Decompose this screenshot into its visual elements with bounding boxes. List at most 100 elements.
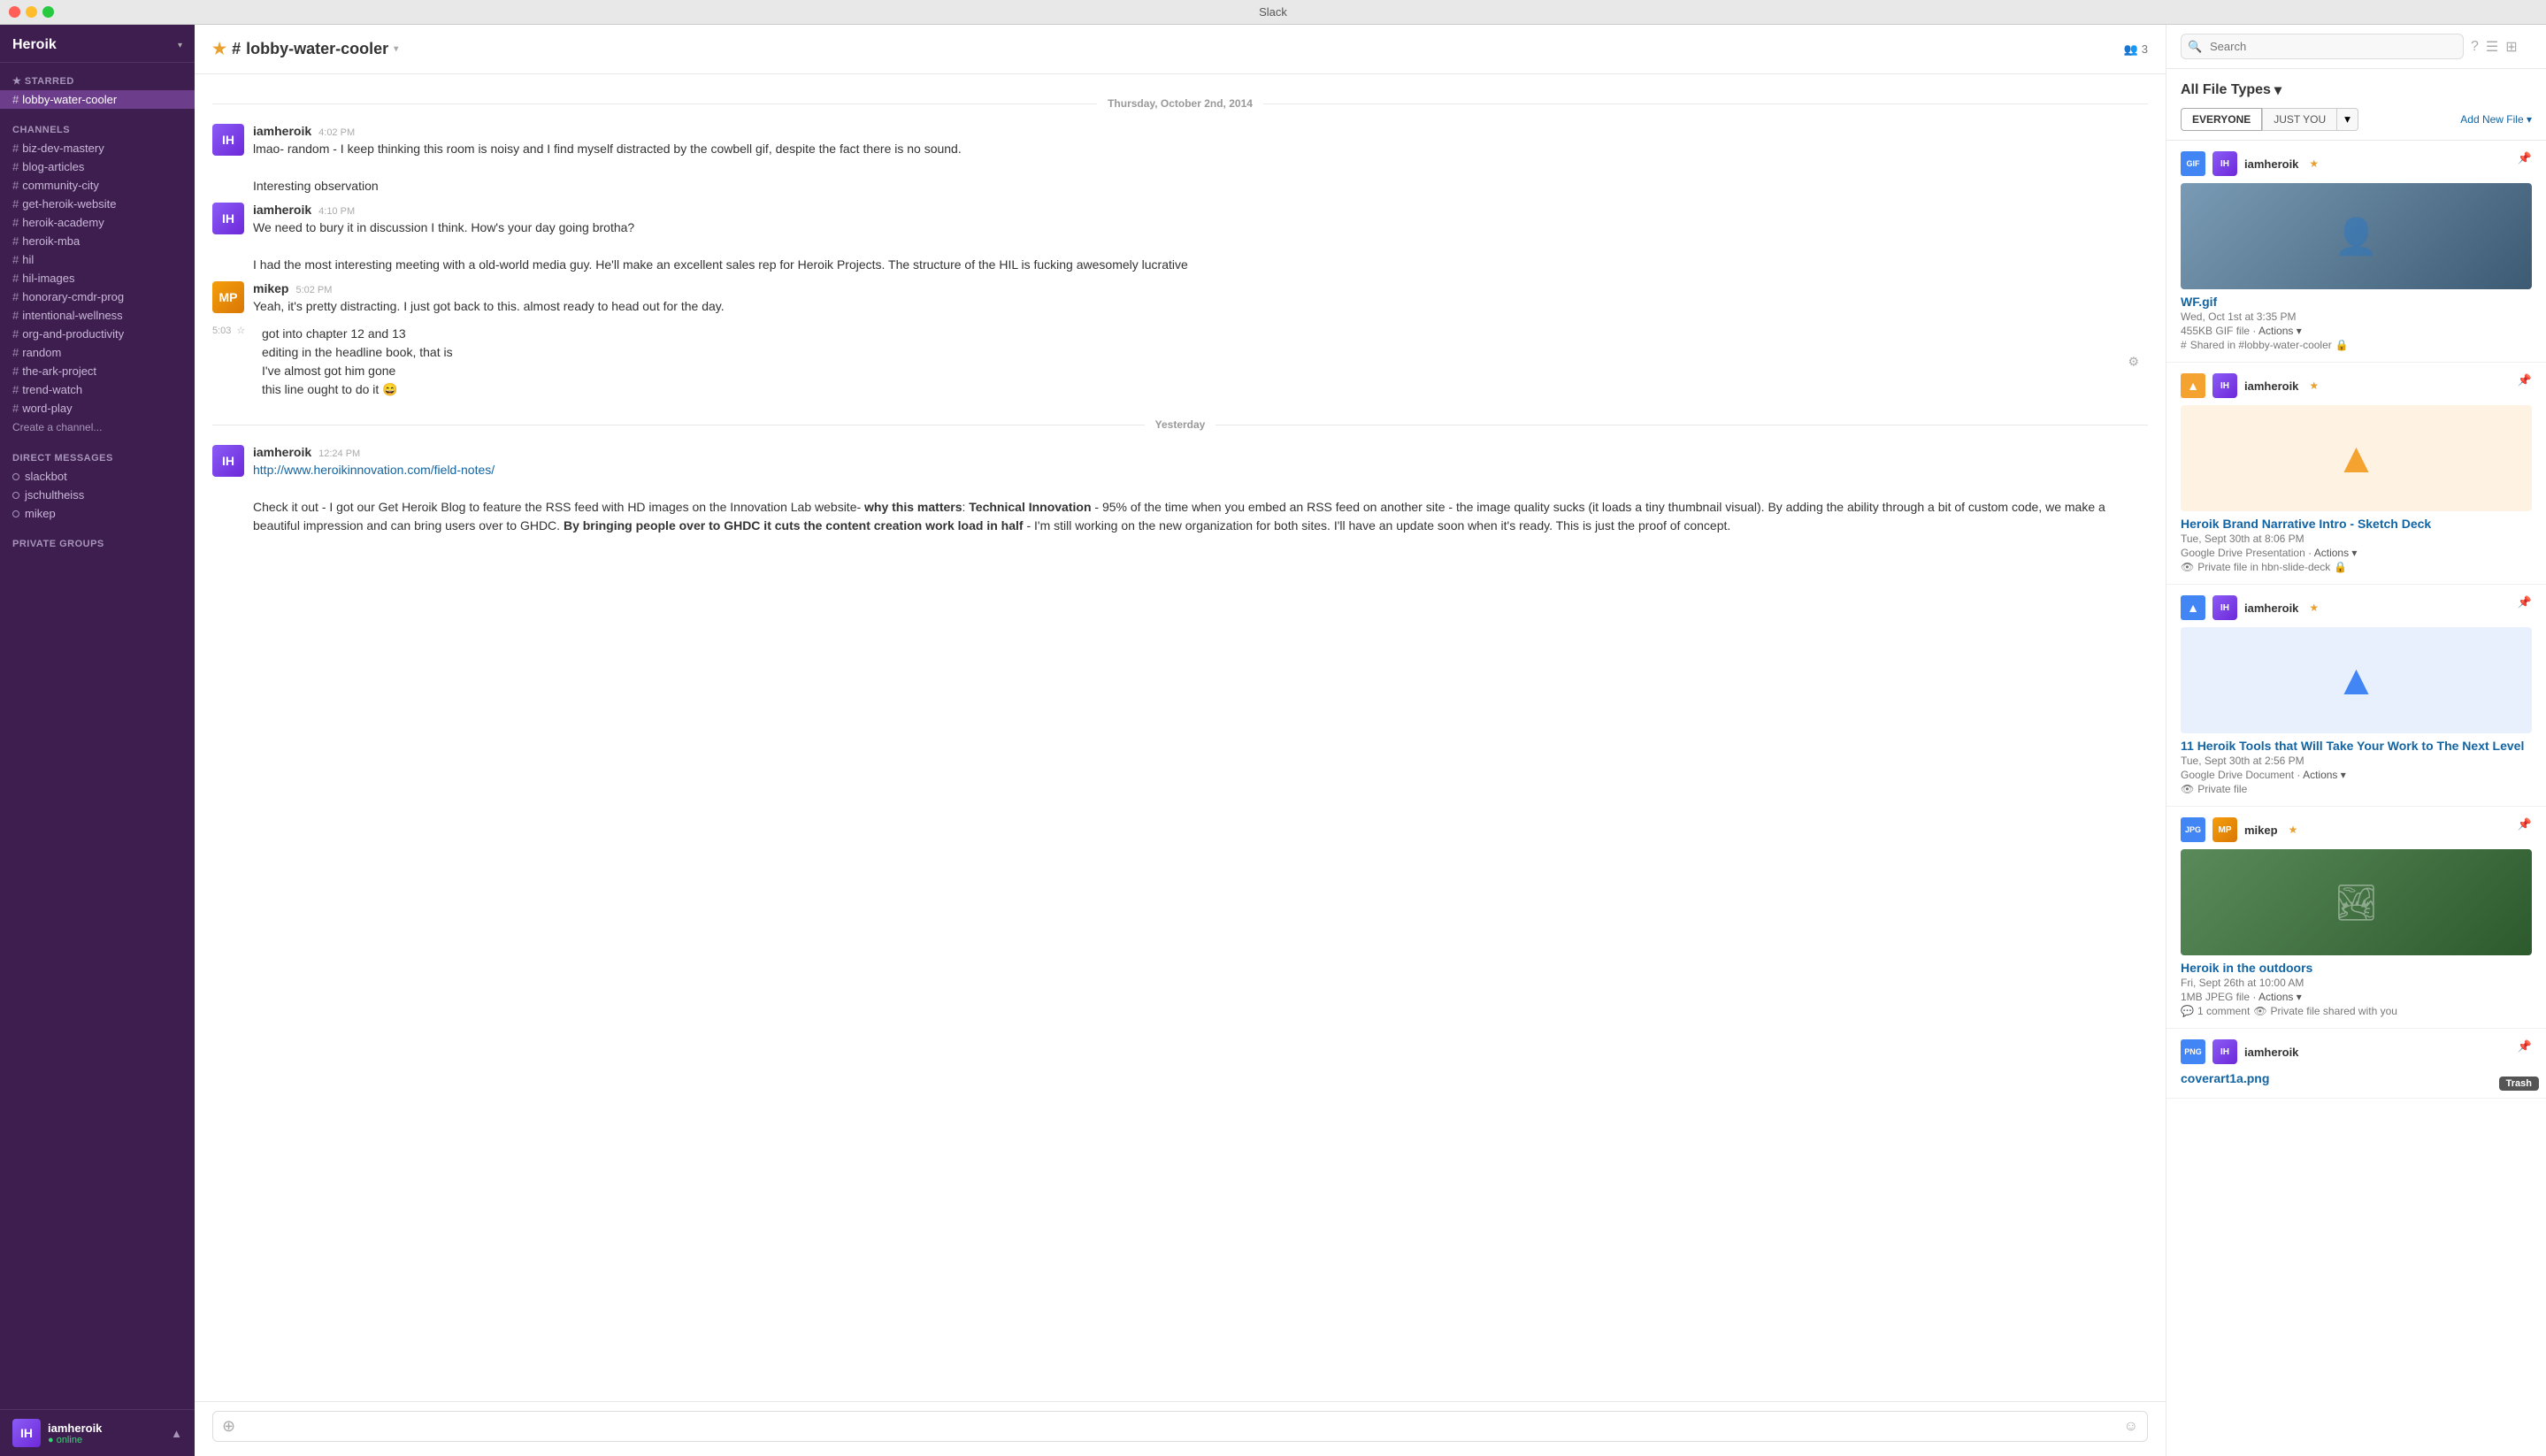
current-user[interactable]: IH iamheroik ● online — [12, 1419, 102, 1447]
avatar: MP — [2212, 817, 2237, 842]
dm-label: slackbot — [25, 470, 67, 483]
file-type-doc-icon: ▲ — [2181, 595, 2205, 620]
actions-link[interactable]: Actions ▾ — [2303, 769, 2346, 781]
channel-name-text: lobby-water-cooler — [246, 40, 388, 58]
attach-icon[interactable]: ⊕ — [222, 1417, 235, 1436]
help-icon[interactable]: ? — [2471, 39, 2479, 55]
search-input[interactable] — [2181, 34, 2464, 59]
sidebar-item-biz-dev-mastery[interactable]: #biz-dev-mastery — [0, 139, 195, 157]
file-item-header: GIF IH iamheroik ★ — [2181, 151, 2532, 176]
sidebar-item-hil-images[interactable]: #hil-images — [0, 269, 195, 287]
file-date: Tue, Sept 30th at 8:06 PM — [2181, 533, 2532, 545]
pin-icon[interactable]: 📌 — [2518, 1039, 2532, 1054]
pin-icon[interactable]: 📌 — [2518, 373, 2532, 387]
sidebar-item-get-heroik-website[interactable]: #get-heroik-website — [0, 195, 195, 213]
sidebar-item-community-city[interactable]: #community-city — [0, 176, 195, 195]
filter-everyone-button[interactable]: EVERYONE — [2181, 108, 2262, 131]
file-type-label: All File Types — [2181, 82, 2271, 98]
star-icon[interactable]: ☆ — [236, 325, 245, 336]
sidebar-item-label: random — [22, 346, 61, 359]
pin-icon[interactable]: 📌 — [2518, 817, 2532, 831]
channels-section-title: CHANNELS — [0, 121, 195, 139]
hashtag-icon: # — [2181, 339, 2187, 351]
messages-area[interactable]: Thursday, October 2nd, 2014 IH iamheroik… — [195, 74, 2166, 1401]
file-star-icon[interactable]: ★ — [2289, 824, 2298, 836]
trash-badge[interactable]: Trash — [2499, 1077, 2539, 1091]
message-link[interactable]: http://www.heroikinnovation.com/field-no… — [253, 463, 495, 477]
message-input-area: ⊕ ☺ — [195, 1401, 2166, 1456]
sidebar-item-hil[interactable]: #hil — [0, 250, 195, 269]
file-shared: # Shared in #lobby-water-cooler 🔒 — [2181, 339, 2532, 351]
file-thumbnail: 👤 — [2181, 183, 2532, 289]
sidebar-item-the-ark-project[interactable]: #the-ark-project — [0, 362, 195, 380]
grid-icon[interactable]: ⊞ — [2505, 38, 2517, 56]
sidebar-item-mikep[interactable]: mikep — [0, 504, 195, 523]
sidebar-item-intentional-wellness[interactable]: #intentional-wellness — [0, 306, 195, 325]
sidebar-item-random[interactable]: #random — [0, 343, 195, 362]
filter-dropdown-button[interactable]: ▾ — [2337, 108, 2358, 131]
sidebar-item-org-and-productivity[interactable]: #org-and-productivity — [0, 325, 195, 343]
gear-icon[interactable]: ⚙ — [2128, 355, 2139, 370]
search-area: 🔍 ? ☰ ⊞ — [2166, 25, 2546, 69]
sidebar-item-trend-watch[interactable]: #trend-watch — [0, 380, 195, 399]
close-button[interactable] — [9, 6, 20, 18]
sidebar-item-label: hil — [22, 253, 34, 266]
sidebar-item-heroik-academy[interactable]: #heroik-academy — [0, 213, 195, 232]
username: iamheroik — [48, 1422, 102, 1435]
create-channel-link[interactable]: Create a channel... — [0, 418, 195, 437]
window-title: Slack — [1259, 5, 1287, 19]
workspace-name[interactable]: Heroik — [12, 37, 57, 53]
actions-link[interactable]: Actions ▾ — [2258, 991, 2302, 1003]
sidebar-item-word-play[interactable]: #word-play — [0, 399, 195, 418]
workspace-chevron[interactable]: ▾ — [178, 41, 182, 50]
sidebar-item-slackbot[interactable]: slackbot — [0, 467, 195, 486]
sidebar-item-honorary-cmdr-prog[interactable]: #honorary-cmdr-prog — [0, 287, 195, 306]
minimize-button[interactable] — [26, 6, 37, 18]
file-star-icon[interactable]: ★ — [2309, 379, 2319, 392]
file-name[interactable]: Heroik Brand Narrative Intro - Sketch De… — [2181, 517, 2532, 531]
file-name[interactable]: 11 Heroik Tools that Will Take Your Work… — [2181, 739, 2532, 753]
file-star-icon[interactable]: ★ — [2309, 157, 2319, 170]
file-actions: Google Drive Document · Actions ▾ — [2181, 769, 2532, 781]
message-input[interactable] — [242, 1420, 2117, 1434]
lock-icon: 🔒 — [2334, 561, 2347, 573]
eye-icon: 👁 — [2181, 561, 2194, 573]
emoji-icon[interactable]: ☺ — [2124, 1419, 2138, 1435]
star-icon: ★ — [12, 76, 21, 87]
window-controls[interactable] — [9, 6, 54, 18]
sidebar-item-blog-articles[interactable]: #blog-articles — [0, 157, 195, 176]
collapse-icon[interactable]: ▲ — [171, 1427, 182, 1440]
file-thumbnail: 🏞 — [2181, 849, 2532, 955]
files-list: GIF IH iamheroik ★ 👤 WF.gif Wed, Oct 1st… — [2166, 141, 2546, 1456]
list-icon[interactable]: ☰ — [2486, 38, 2498, 56]
message-group: MP mikep 5:02 PM Yeah, it's pretty distr… — [212, 281, 2148, 316]
filter-justyou-button[interactable]: JUST YOU — [2262, 108, 2337, 131]
sidebar-item-label: biz-dev-mastery — [22, 142, 104, 155]
sidebar-item-heroik-mba[interactable]: #heroik-mba — [0, 232, 195, 250]
message-text: got into chapter 12 and 13 editing in th… — [262, 325, 2148, 399]
actions-link[interactable]: Actions ▾ — [2314, 547, 2358, 559]
file-name[interactable]: Heroik in the outdoors — [2181, 961, 2532, 975]
right-panel-header: All File Types ▾ EVERYONE JUST YOU ▾ Add… — [2166, 69, 2546, 141]
channel-chevron-icon[interactable]: ▾ — [394, 44, 398, 54]
pin-icon[interactable]: 📌 — [2518, 595, 2532, 609]
pin-icon[interactable]: 📌 — [2518, 151, 2532, 165]
search-icon: 🔍 — [2188, 40, 2202, 54]
add-file-button[interactable]: Add New File ▾ — [2460, 113, 2532, 126]
private-groups-title: PRIVATE GROUPS — [0, 535, 195, 553]
sidebar-item-jschultheiss[interactable]: jschultheiss — [0, 486, 195, 504]
file-name[interactable]: WF.gif — [2181, 295, 2532, 309]
sidebar-item-lobby-water-cooler[interactable]: # lobby-water-cooler — [0, 90, 195, 109]
message-header: iamheroik 4:10 PM — [253, 203, 2148, 217]
actions-link[interactable]: Actions ▾ — [2258, 325, 2302, 337]
file-item-header: JPG MP mikep ★ — [2181, 817, 2532, 842]
file-star-icon[interactable]: ★ — [2309, 602, 2319, 614]
maximize-button[interactable] — [42, 6, 54, 18]
file-actions: Google Drive Presentation · Actions ▾ — [2181, 547, 2532, 559]
file-name[interactable]: coverart1a.png — [2181, 1071, 2532, 1085]
direct-messages-section: DIRECT MESSAGES slackbot jschultheiss mi… — [0, 441, 195, 526]
slides-icon: ▲ — [2335, 434, 2378, 483]
file-type-dropdown[interactable]: All File Types ▾ — [2181, 81, 2532, 99]
message-time: 4:02 PM — [318, 127, 355, 138]
search-bar: 🔍 — [2181, 34, 2464, 59]
